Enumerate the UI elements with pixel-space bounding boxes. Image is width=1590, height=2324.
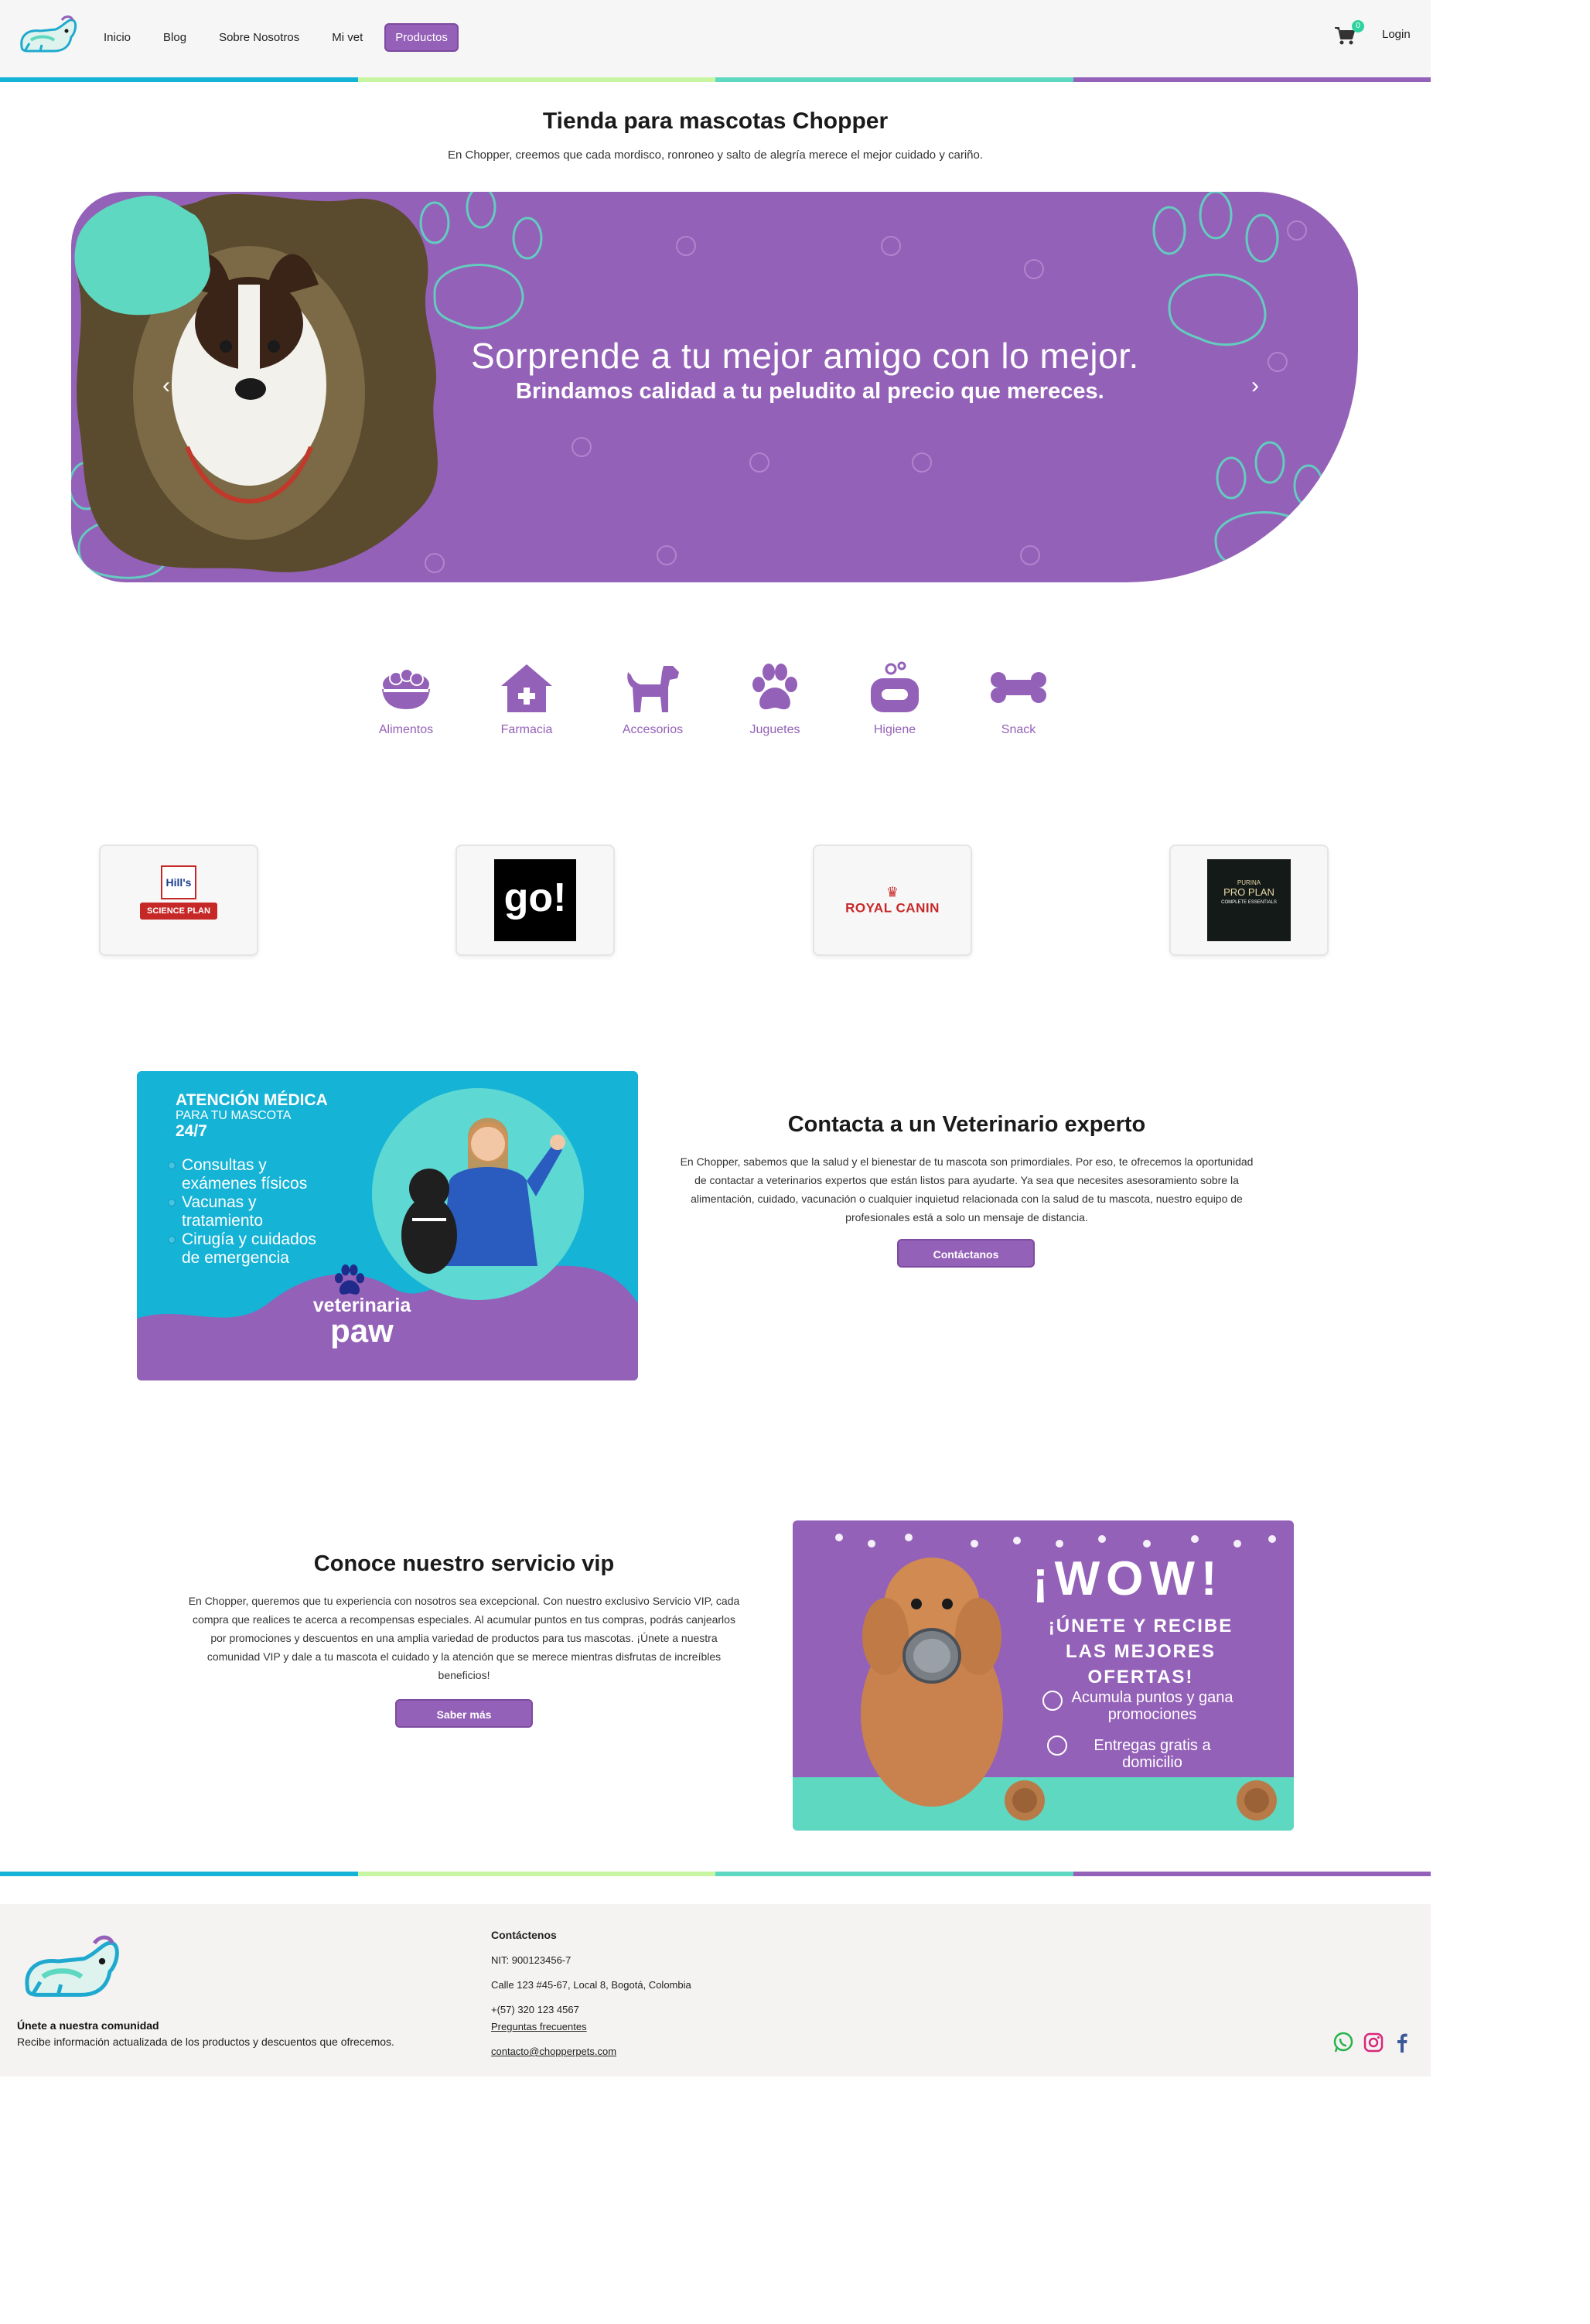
- vet-section-text: En Chopper, sabemos que la salud y el bi…: [680, 1155, 1254, 1223]
- bath-icon: [871, 661, 919, 712]
- vip-headline: ¡ÚNETE Y RECIBE LAS MEJORES OFERTAS!: [1048, 1616, 1233, 1688]
- nav-mi-vet[interactable]: Mi vet: [321, 25, 374, 50]
- vet-photo: [372, 1088, 584, 1300]
- pharmacy-house-icon: [501, 664, 552, 712]
- category-snack[interactable]: Snack: [976, 661, 1061, 737]
- vip-more-button[interactable]: Saber más: [395, 1699, 533, 1728]
- list-item: Consultas y exámenes físicos: [168, 1156, 322, 1193]
- color-stripe-bottom: [0, 1872, 1431, 1876]
- vip-benefit-delivery: Entregas gratis a domicilio: [1094, 1737, 1211, 1771]
- brand-hills[interactable]: Hill's SCIENCE PLAN: [99, 845, 258, 956]
- paw-icon: [752, 664, 797, 710]
- carousel-next-button[interactable]: ›: [1251, 373, 1259, 399]
- paw-icon: [334, 1264, 365, 1295]
- vet-promo-card: ATENCIÓN MÉDICA PARA TU MASCOTA 24/7 Con…: [137, 1071, 638, 1380]
- navbar: Inicio Blog Sobre Nosotros Mi vet Produc…: [0, 0, 1431, 77]
- vip-section-title: Conoce nuestro servicio vip: [313, 1551, 615, 1576]
- footer: Únete a nuestra comunidad Recibe informa…: [0, 1904, 1431, 2077]
- hero-banner: Sorprende a tu mejor amigo con lo mejor.…: [71, 192, 1358, 582]
- vip-wow-text: ¡WOW!: [1032, 1552, 1223, 1606]
- category-accesorios[interactable]: Accesorios: [610, 661, 695, 737]
- vet-brand-logo: veterinaria paw: [304, 1295, 420, 1349]
- royal-canin-logo-text: ROYAL CANIN: [845, 900, 940, 916]
- login-link[interactable]: Login: [1382, 28, 1411, 41]
- nav-links: Inicio Blog Sobre Nosotros Mi vet Produc…: [93, 23, 469, 52]
- facebook-icon[interactable]: [1391, 2032, 1413, 2053]
- dog-icon: [627, 666, 679, 712]
- footer-contact-title: Contáctenos: [491, 1929, 557, 1941]
- brand-pro-plan[interactable]: PURINA PRO PLAN COMPLETE ESSENTIALS: [1169, 845, 1329, 956]
- footer-email-link[interactable]: contacto@chopperpets.com: [491, 2046, 616, 2057]
- chopper-logo[interactable]: [17, 12, 79, 59]
- pro-plan-text: PRO PLAN: [1223, 886, 1274, 898]
- instagram-icon[interactable]: [1363, 2032, 1384, 2053]
- bone-icon: [991, 672, 1046, 703]
- category-label: Farmacia: [500, 723, 553, 736]
- page-subtitle: En Chopper, creemos que cada mordisco, r…: [447, 148, 984, 162]
- category-alimentos[interactable]: Alimentos: [363, 661, 449, 737]
- category-label: Snack: [1001, 723, 1036, 736]
- vet-card-subheading: PARA TU MASCOTA: [176, 1109, 292, 1122]
- vet-card-title: ATENCIÓN MÉDICA PARA TU MASCOTA 24/7: [176, 1091, 328, 1140]
- vet-brand-line2: paw: [330, 1312, 394, 1349]
- brand-royal-canin[interactable]: ♛ ROYAL CANIN: [813, 845, 972, 956]
- category-label: Higiene: [873, 723, 916, 736]
- category-label: Alimentos: [378, 723, 434, 736]
- promo-badge: [74, 195, 211, 316]
- vet-section-title: Contacta a un Veterinario experto: [787, 1112, 1146, 1137]
- category-label: Accesorios: [622, 723, 684, 736]
- list-item: Vacunas y tratamiento: [168, 1193, 322, 1230]
- crown-icon: ♛: [885, 884, 899, 900]
- footer-phone: +(57) 320 123 4567: [491, 2004, 579, 2015]
- category-farmacia[interactable]: Farmacia: [484, 661, 569, 737]
- go-logo: go!: [494, 859, 576, 941]
- carousel-prev-button[interactable]: ‹: [162, 373, 170, 399]
- footer-join-title: Únete a nuestra comunidad: [17, 2019, 159, 2032]
- vip-benefit-points: Acumula puntos y gana promociones: [1071, 1689, 1233, 1723]
- vip-promo-card: ¡WOW! ¡ÚNETE Y RECIBE LAS MEJORES OFERTA…: [793, 1520, 1294, 1831]
- vet-service-list: Consultas y exámenes físicos Vacunas y t…: [168, 1156, 322, 1268]
- banner-subheadline: Brindamos calidad a tu peludito al preci…: [516, 379, 1104, 404]
- hills-logo-mark: Hill's: [161, 865, 196, 899]
- vip-section-text: En Chopper, queremos que tu experiencia …: [188, 1595, 740, 1681]
- vet-card-hours: 24/7: [176, 1122, 207, 1140]
- cart-count-badge: 0: [1352, 20, 1364, 32]
- category-label: Juguetes: [749, 723, 800, 736]
- banner-headline: Sorprende a tu mejor amigo con lo mejor.: [471, 336, 1139, 376]
- footer-address: Calle 123 #45-67, Local 8, Bogotá, Colom…: [491, 1979, 691, 1991]
- category-juguetes[interactable]: Juguetes: [732, 661, 817, 737]
- footer-nit: NIT: 900123456-7: [491, 1954, 572, 1966]
- category-higiene[interactable]: Higiene: [852, 661, 937, 737]
- food-bowl-icon: [382, 668, 430, 709]
- footer-join-text: Recibe información actualizada de los pr…: [17, 2036, 394, 2048]
- hills-logo-text: SCIENCE PLAN: [140, 903, 217, 920]
- whatsapp-icon[interactable]: [1332, 2032, 1354, 2053]
- color-stripe-top: [0, 77, 1431, 82]
- nav-blog[interactable]: Blog: [152, 25, 197, 50]
- footer-faq-link[interactable]: Preguntas frecuentes: [491, 2021, 587, 2032]
- contact-vet-button[interactable]: Contáctanos: [897, 1239, 1035, 1268]
- page: Inicio Blog Sobre Nosotros Mi vet Produc…: [0, 0, 1431, 2324]
- purina-text: PURINA: [1237, 879, 1261, 886]
- list-item: Cirugía y cuidados de emergencia: [168, 1230, 322, 1268]
- footer-chopper-logo[interactable]: [17, 1930, 125, 2008]
- nav-sobre-nosotros[interactable]: Sobre Nosotros: [208, 25, 310, 50]
- nav-productos[interactable]: Productos: [384, 23, 459, 52]
- page-title: Tienda para mascotas Chopper: [542, 108, 889, 134]
- complete-essentials-text: COMPLETE ESSENTIALS: [1221, 900, 1277, 905]
- nav-inicio[interactable]: Inicio: [93, 25, 142, 50]
- vet-card-heading: ATENCIÓN MÉDICA: [176, 1091, 328, 1109]
- brand-go[interactable]: go!: [456, 845, 615, 956]
